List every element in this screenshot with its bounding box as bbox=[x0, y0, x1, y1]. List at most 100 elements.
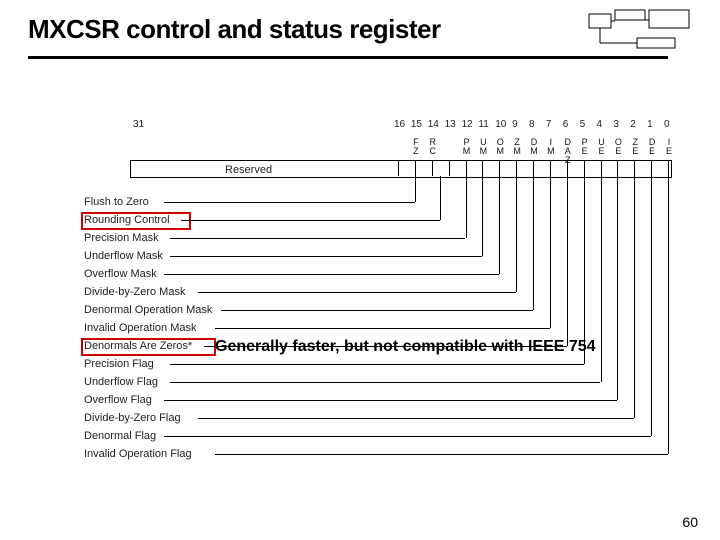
connector-h bbox=[215, 328, 549, 329]
column-head: I E bbox=[662, 138, 676, 156]
column-head: O M bbox=[493, 138, 507, 156]
column-head: I M bbox=[544, 138, 558, 156]
connector-v bbox=[516, 176, 517, 292]
page-number: 60 bbox=[682, 514, 698, 530]
field-label: Divide-by-Zero Mask bbox=[84, 286, 185, 298]
bit-divider bbox=[617, 160, 618, 176]
field-label: Denormal Flag bbox=[84, 430, 156, 442]
connector-v bbox=[584, 176, 585, 364]
bit-label: 3 bbox=[613, 119, 619, 130]
register-box bbox=[130, 160, 672, 178]
bit-label: 15 bbox=[411, 119, 422, 130]
field-label: Flush to Zero bbox=[84, 196, 149, 208]
bit-label: 14 bbox=[428, 119, 439, 130]
bit-label: 7 bbox=[546, 119, 552, 130]
field-label: Precision Flag bbox=[84, 358, 154, 370]
field-label: Rounding Control bbox=[84, 214, 170, 226]
column-head: D M bbox=[527, 138, 541, 156]
connector-h bbox=[215, 454, 668, 455]
connector-v bbox=[533, 176, 534, 310]
field-label: Precision Mask bbox=[84, 232, 159, 244]
bit-label: 10 bbox=[495, 119, 506, 130]
connector-v bbox=[499, 176, 500, 274]
column-head: R C bbox=[426, 138, 440, 156]
field-label: Divide-by-Zero Flag bbox=[84, 412, 181, 424]
connector-h bbox=[181, 220, 440, 221]
bit-divider bbox=[499, 160, 500, 176]
column-head: D A Z bbox=[561, 138, 575, 165]
column-head: U M bbox=[476, 138, 490, 156]
connector-v bbox=[466, 176, 467, 238]
bit-divider bbox=[668, 160, 669, 176]
bit-label: 11 bbox=[478, 119, 488, 130]
connector-v bbox=[482, 176, 483, 256]
field-label: Denormals Are Zeros* bbox=[84, 340, 192, 352]
bit-divider bbox=[415, 160, 416, 176]
bit-divider bbox=[432, 160, 433, 176]
bit-divider bbox=[482, 160, 483, 176]
column-head: F Z bbox=[409, 138, 423, 156]
connector-h bbox=[170, 382, 601, 383]
bit-divider bbox=[398, 160, 399, 176]
connector-v bbox=[601, 176, 602, 382]
connector-h bbox=[198, 292, 516, 293]
bit-divider bbox=[466, 160, 467, 176]
bit-label: 16 bbox=[394, 119, 405, 130]
slide: { "title": "MXCSR control and status reg… bbox=[0, 0, 720, 540]
field-label: Denormal Operation Mask bbox=[84, 304, 212, 316]
connector-h bbox=[170, 364, 584, 365]
connector-h bbox=[170, 256, 483, 257]
field-label: Overflow Flag bbox=[84, 394, 152, 406]
connector-h bbox=[164, 400, 617, 401]
bit-divider bbox=[550, 160, 551, 176]
page-title: MXCSR control and status register bbox=[28, 14, 441, 45]
title-underline bbox=[28, 56, 668, 59]
connector-v bbox=[440, 176, 441, 220]
field-label: Overflow Mask bbox=[84, 268, 157, 280]
annotation-text: Generally faster, but not compatible wit… bbox=[215, 338, 596, 356]
connector-h bbox=[164, 274, 499, 275]
bit-divider bbox=[533, 160, 534, 176]
connector-v bbox=[651, 176, 652, 436]
bit-divider bbox=[584, 160, 585, 176]
bit-label: 1 bbox=[647, 119, 653, 130]
corner-diagram-icon bbox=[587, 8, 692, 50]
bit-label: 9 bbox=[512, 119, 518, 130]
field-label: Invalid Operation Mask bbox=[84, 322, 197, 334]
connector-h bbox=[221, 310, 533, 311]
bit-label: 5 bbox=[580, 119, 586, 130]
connector-h bbox=[204, 346, 567, 347]
column-head: Z E bbox=[628, 138, 642, 156]
bit-divider bbox=[516, 160, 517, 176]
column-head: D E bbox=[645, 138, 659, 156]
reserved-label: Reserved bbox=[225, 164, 272, 176]
bit-divider bbox=[449, 160, 450, 176]
connector-v bbox=[567, 176, 568, 346]
connector-h bbox=[164, 436, 651, 437]
connector-v bbox=[634, 176, 635, 418]
bit-divider bbox=[601, 160, 602, 176]
column-head: P E bbox=[578, 138, 592, 156]
connector-h bbox=[164, 202, 415, 203]
bit-label: 13 bbox=[445, 119, 456, 130]
bit-divider bbox=[634, 160, 635, 176]
column-head: Z M bbox=[510, 138, 524, 156]
column-head: U E bbox=[595, 138, 609, 156]
field-label: Invalid Operation Flag bbox=[84, 448, 192, 460]
connector-v bbox=[617, 176, 618, 400]
bit-label: 2 bbox=[630, 119, 636, 130]
bit-label: 4 bbox=[597, 119, 603, 130]
connector-h bbox=[170, 238, 466, 239]
bit-label: 6 bbox=[563, 119, 569, 130]
bit-divider bbox=[651, 160, 652, 176]
bit-label: 8 bbox=[529, 119, 535, 130]
field-label: Underflow Flag bbox=[84, 376, 158, 388]
connector-h bbox=[198, 418, 634, 419]
connector-v bbox=[668, 176, 669, 454]
connector-v bbox=[550, 176, 551, 328]
connector-v bbox=[415, 176, 416, 202]
column-head: O E bbox=[611, 138, 625, 156]
bit-label: 0 bbox=[664, 119, 670, 130]
bit-label: 31 bbox=[133, 119, 144, 130]
field-label: Underflow Mask bbox=[84, 250, 163, 262]
